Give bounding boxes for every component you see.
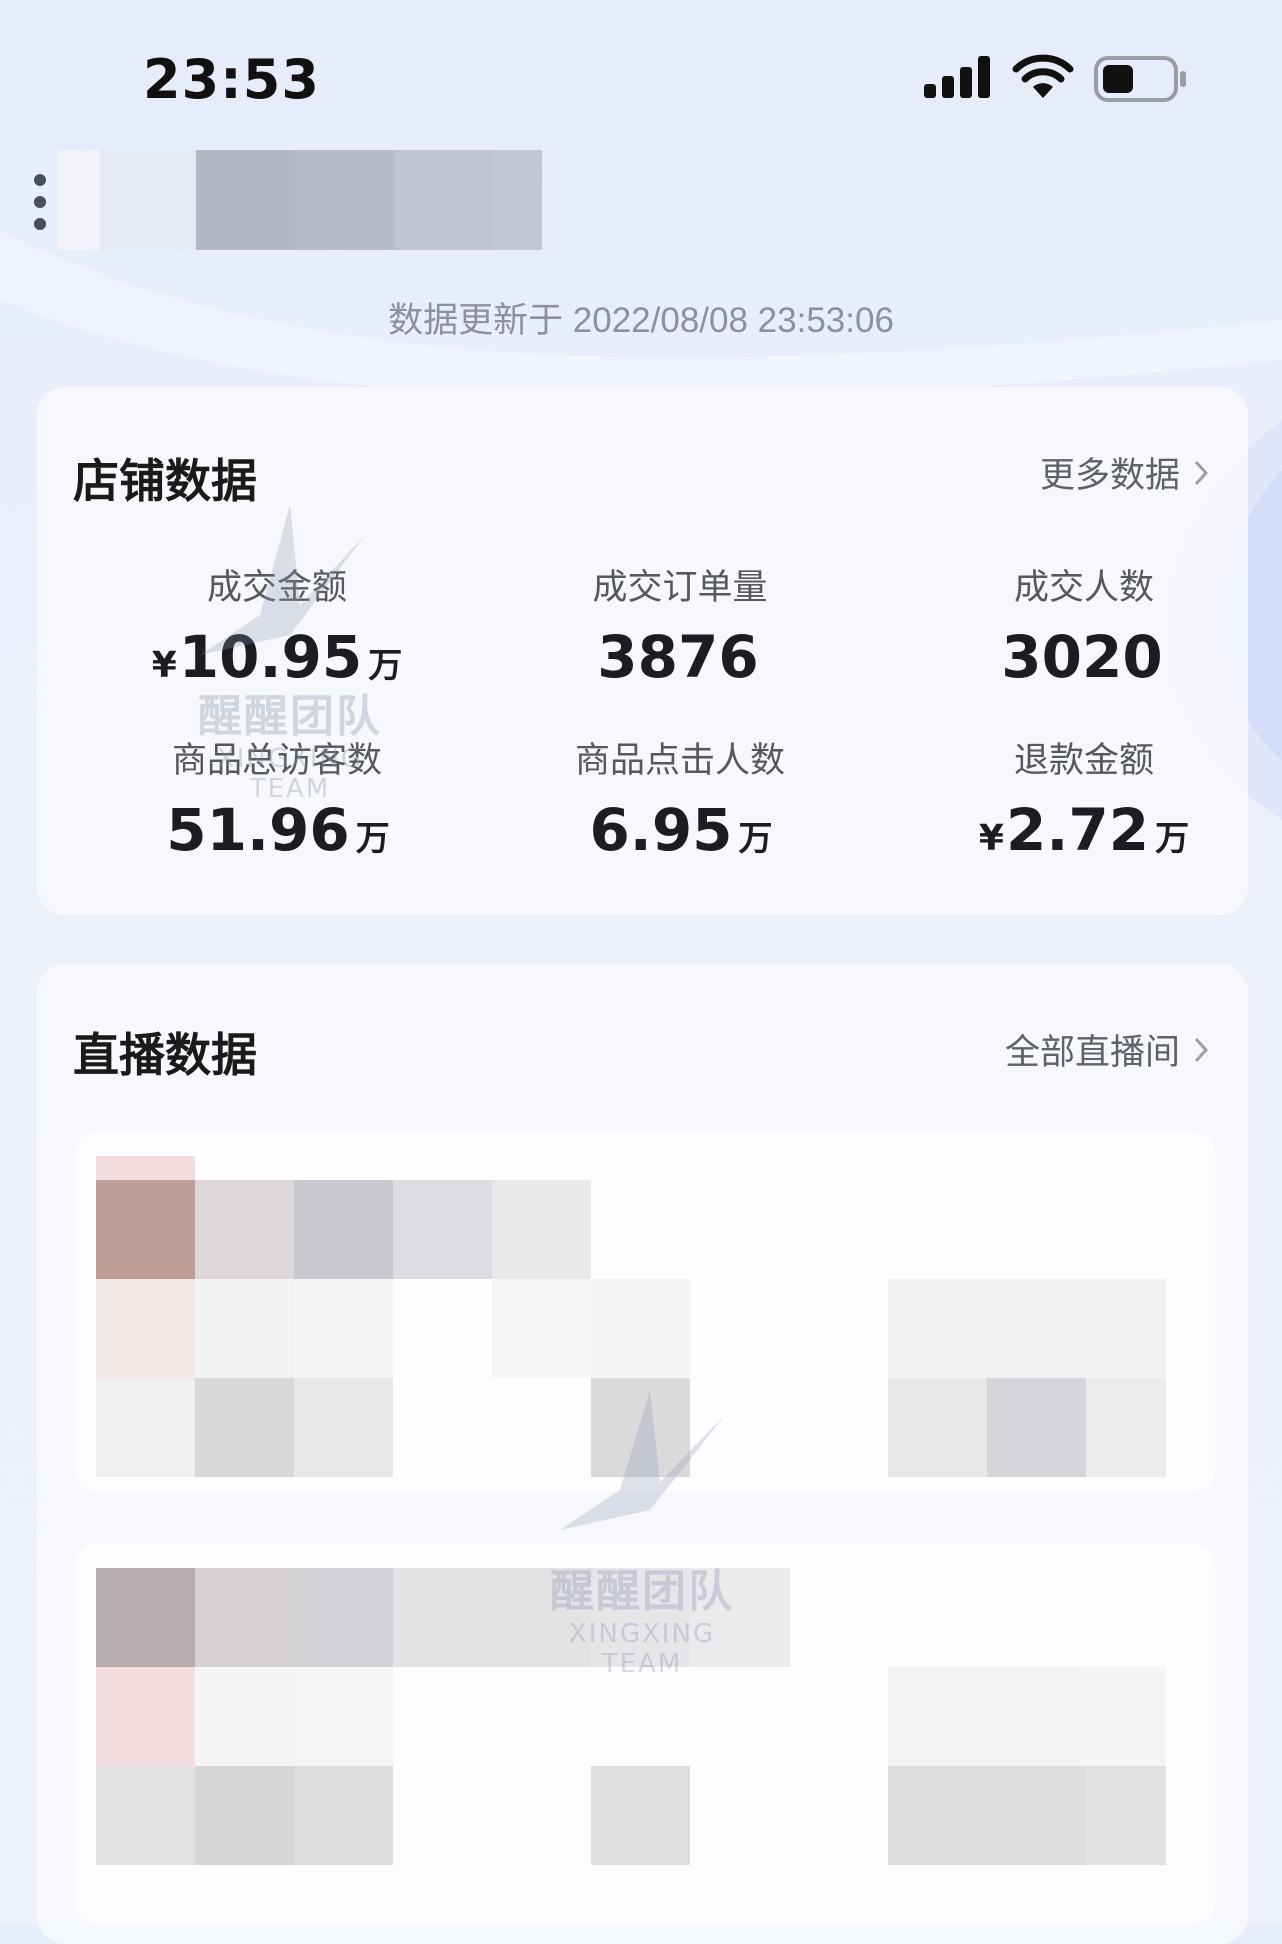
metric-refunds[interactable]: 退款金额 ¥2.72 万 <box>894 732 1274 859</box>
metric-value: 6.95 万 <box>589 796 773 864</box>
metric-clicks[interactable]: 商品点击人数 6.95 万 <box>490 732 870 859</box>
metric-label: 成交订单量 <box>592 568 768 608</box>
metric-buyers[interactable]: 成交人数 3020 <box>894 559 1274 686</box>
metric-visitors[interactable]: 商品总访客数 51.96 万 <box>87 732 467 859</box>
all-live-rooms-label: 全部直播间 <box>1004 1033 1180 1073</box>
metric-label: 退款金额 <box>1013 741 1154 781</box>
metric-value: 51.96 万 <box>166 796 390 864</box>
metric-label: 成交金额 <box>206 568 347 608</box>
metric-label: 成交人数 <box>1013 568 1154 608</box>
more-data-label: 更多数据 <box>1039 456 1180 496</box>
chevron-right-icon <box>1194 460 1208 485</box>
metric-gmv[interactable]: 成交金额 ¥10.95 万 <box>87 559 467 686</box>
all-live-rooms-link[interactable]: 全部直播间 <box>1005 1024 1208 1075</box>
status-time: 23:53 <box>143 48 320 111</box>
live-card-title: 直播数据 <box>73 1028 257 1082</box>
metric-label: 商品点击人数 <box>574 741 785 781</box>
store-card-title: 店铺数据 <box>73 454 257 508</box>
store-data-card: 店铺数据 更多数据 成交金额 ¥10.95 万 成交订单量 3876 成交人数 3… <box>37 387 1248 915</box>
cellular-signal-icon <box>924 56 990 98</box>
live-room-item-blurred[interactable] <box>75 1544 1215 1924</box>
metric-orders[interactable]: 成交订单量 3876 <box>490 559 870 686</box>
metric-value: 3876 <box>597 623 759 691</box>
wifi-icon <box>1012 54 1074 98</box>
metric-value: ¥10.95 万 <box>151 623 403 691</box>
live-data-card: 直播数据 全部直播间 <box>37 964 1248 1944</box>
metric-label: 商品总访客数 <box>171 741 382 781</box>
data-update-time: 数据更新于 2022/08/08 23:53:06 <box>388 301 894 340</box>
metric-value: ¥2.72 万 <box>978 796 1190 864</box>
chevron-right-icon <box>1194 1037 1208 1062</box>
more-vertical-icon[interactable] <box>30 174 52 232</box>
metric-value: 3020 <box>1001 623 1163 691</box>
battery-icon <box>1094 56 1186 102</box>
more-data-link[interactable]: 更多数据 <box>1040 447 1208 498</box>
live-room-item-blurred[interactable] <box>75 1132 1215 1492</box>
shop-name-blurred <box>58 150 542 250</box>
status-bar: 23:53 <box>0 0 1282 160</box>
